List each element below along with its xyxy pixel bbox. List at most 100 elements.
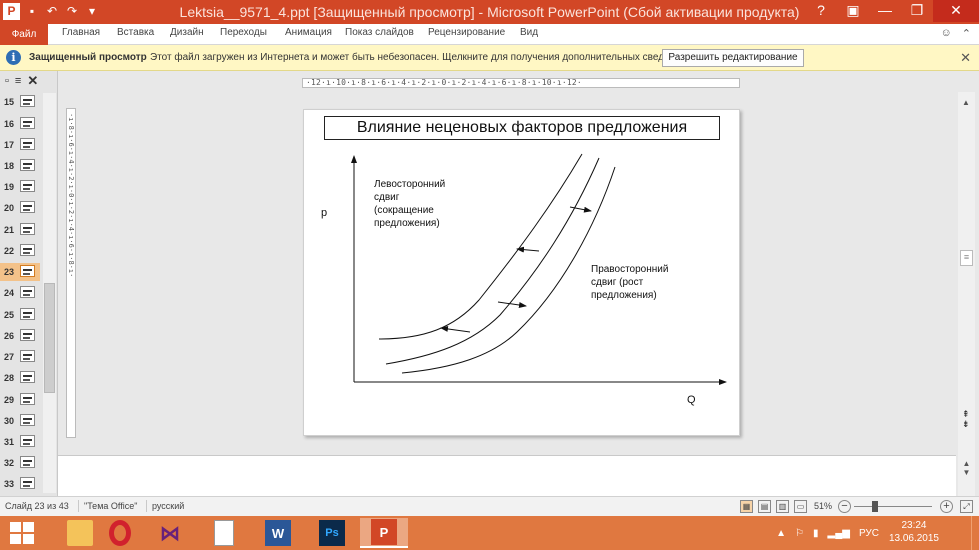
thumbnail-image	[20, 201, 35, 213]
help-icon[interactable]: ?	[805, 0, 837, 22]
reading-view-icon[interactable]: ▥	[776, 500, 789, 513]
close-icon[interactable]: ✕	[960, 50, 971, 66]
thumbnail-number: 21	[4, 225, 15, 235]
protected-view-message[interactable]: Этот файл загружен из Интернета и может …	[150, 52, 689, 63]
scroll-thumb[interactable]: ≡	[960, 250, 973, 266]
notes-scrollbar[interactable]: ▲ ▼	[958, 455, 975, 496]
slide-thumbnail[interactable]: 30	[0, 412, 40, 430]
smiley-icon[interactable]: ☺	[941, 27, 952, 40]
horizontal-ruler: ·12·ı·10·ı·8·ı·6·ı·4·ı·2·ı·0·ı·2·ı·4·ı·6…	[302, 78, 740, 88]
outline-view-icon[interactable]: ≡	[15, 75, 21, 87]
thumbnail-scroll-thumb[interactable]	[44, 283, 55, 393]
close-button[interactable]: ✕	[933, 0, 979, 22]
thumbnail-image	[20, 117, 35, 129]
scroll-up-icon[interactable]: ▲	[962, 98, 970, 107]
close-panel-icon[interactable]: ✕	[27, 73, 38, 89]
slide-thumbnail[interactable]: 28	[0, 369, 40, 387]
slideshow-icon[interactable]: ▭	[794, 500, 807, 513]
slides-view-icon[interactable]: ▫	[5, 75, 9, 87]
notes-pane[interactable]	[58, 455, 956, 496]
collapse-ribbon-icon[interactable]: ⌃	[962, 27, 971, 40]
thumbnail-image	[20, 159, 35, 171]
language-indicator[interactable]: русский	[152, 501, 184, 511]
maximize-button[interactable]: ❐	[901, 0, 933, 22]
clock[interactable]: 23:24 13.06.2015	[889, 519, 939, 545]
taskbar-word[interactable]: W	[254, 518, 302, 548]
tab-animations[interactable]: Анимация	[285, 27, 332, 38]
normal-view-icon[interactable]: ▦	[740, 500, 753, 513]
tab-insert[interactable]: Вставка	[117, 27, 154, 38]
slide-thumbnail[interactable]: 26	[0, 327, 40, 345]
tab-review[interactable]: Рецензирование	[428, 27, 505, 38]
thumbnail-number: 30	[4, 416, 15, 426]
slide-thumbnail[interactable]: 25	[0, 306, 40, 324]
folder-icon	[67, 520, 93, 546]
slide-thumbnail-active[interactable]: 23	[0, 263, 40, 281]
show-desktop-button[interactable]	[971, 516, 979, 550]
minimize-button[interactable]: —	[869, 0, 901, 22]
zoom-out-button[interactable]: −	[838, 500, 851, 513]
zoom-slider[interactable]	[854, 506, 932, 507]
taskbar-powerpoint[interactable]: P	[360, 518, 408, 548]
theme-name: "Тема Office"	[84, 501, 138, 511]
enable-editing-button[interactable]: Разрешить редактирование	[662, 49, 804, 67]
left-shift-line: предложения)	[374, 218, 440, 229]
tab-view[interactable]: Вид	[520, 27, 538, 38]
thumbnail-number: 20	[4, 203, 15, 213]
slide-scrollbar[interactable]: ▲ ≡ ⇞ ⇟	[958, 92, 975, 496]
thumbnail-number: 16	[4, 119, 15, 129]
zoom-level[interactable]: 51%	[814, 501, 832, 511]
slide-thumbnail[interactable]: 16	[0, 115, 40, 133]
battery-icon[interactable]: ▮	[813, 528, 819, 539]
info-icon: i	[6, 50, 21, 65]
ribbon-display-icon[interactable]: ▣	[837, 0, 869, 22]
signal-icon[interactable]: ▂▄▆	[828, 528, 850, 539]
ribbon-tabs: Файл Главная Вставка Дизайн Переходы Ани…	[0, 24, 979, 45]
thumbnail-image	[20, 329, 35, 341]
slide-sorter-icon[interactable]: ▤	[758, 500, 771, 513]
slide-thumbnail[interactable]: 20	[0, 199, 40, 217]
thumbnail-scrollbar[interactable]	[43, 93, 56, 493]
slide-canvas[interactable]: Влияние неценовых факторов предложения p…	[303, 109, 740, 436]
keyboard-language[interactable]: РУС	[859, 528, 879, 539]
right-shift-line: сдвиг (рост	[591, 277, 644, 288]
slide-thumbnail[interactable]: 18	[0, 157, 40, 175]
left-shift-arrow	[440, 325, 471, 333]
fit-to-window-icon[interactable]: ⤢	[960, 500, 973, 513]
slide-thumbnail[interactable]: 27	[0, 348, 40, 366]
slide-thumbnail[interactable]: 24	[0, 284, 40, 302]
thumbnail-number: 27	[4, 352, 15, 362]
thumbnail-number: 17	[4, 140, 15, 150]
ribbon-right-controls: ☺ ⌃	[941, 27, 971, 40]
start-button[interactable]	[10, 522, 36, 544]
tab-transitions[interactable]: Переходы	[220, 27, 267, 38]
thumbnail-number: 23	[4, 267, 15, 277]
document-icon	[214, 520, 234, 546]
left-shift-label: Левосторонний сдвиг (сокращение предложе…	[374, 178, 445, 230]
vertical-ruler: ·ı·8·ı·6·ı·4·ı·2·ı·0·ı·2·ı·4·ı·6·ı·8·ı·	[66, 108, 76, 438]
tab-file[interactable]: Файл	[0, 24, 48, 45]
tab-slideshow[interactable]: Показ слайдов	[345, 27, 414, 38]
slide-thumbnail[interactable]: 33	[0, 475, 40, 493]
taskbar-visual-studio[interactable]: ⋈	[146, 518, 194, 548]
taskbar-document[interactable]	[200, 518, 248, 548]
flag-icon[interactable]: ⚐	[795, 528, 804, 539]
thumbnail-number: 28	[4, 373, 15, 383]
slide-thumbnail[interactable]: 22	[0, 242, 40, 260]
slide-thumbnail[interactable]: 29	[0, 391, 40, 409]
tab-design[interactable]: Дизайн	[170, 27, 204, 38]
slide-thumbnail[interactable]: 31	[0, 433, 40, 451]
taskbar-opera[interactable]	[96, 518, 144, 548]
page-nav-icons[interactable]: ⇞ ⇟	[962, 409, 970, 429]
tray-expand-icon[interactable]: ▲	[776, 528, 786, 539]
slide-thumbnail[interactable]: 15	[0, 93, 40, 111]
slide-thumbnail[interactable]: 21	[0, 221, 40, 239]
tab-home[interactable]: Главная	[62, 27, 100, 38]
slide-thumbnail[interactable]: 17	[0, 136, 40, 154]
slide-thumbnail[interactable]: 19	[0, 178, 40, 196]
zoom-slider-knob[interactable]	[872, 501, 878, 512]
zoom-in-button[interactable]: +	[940, 500, 953, 513]
taskbar-photoshop[interactable]: Ps	[308, 518, 356, 548]
slide-thumbnail[interactable]: 32	[0, 454, 40, 472]
thumbnail-number: 15	[4, 97, 15, 107]
